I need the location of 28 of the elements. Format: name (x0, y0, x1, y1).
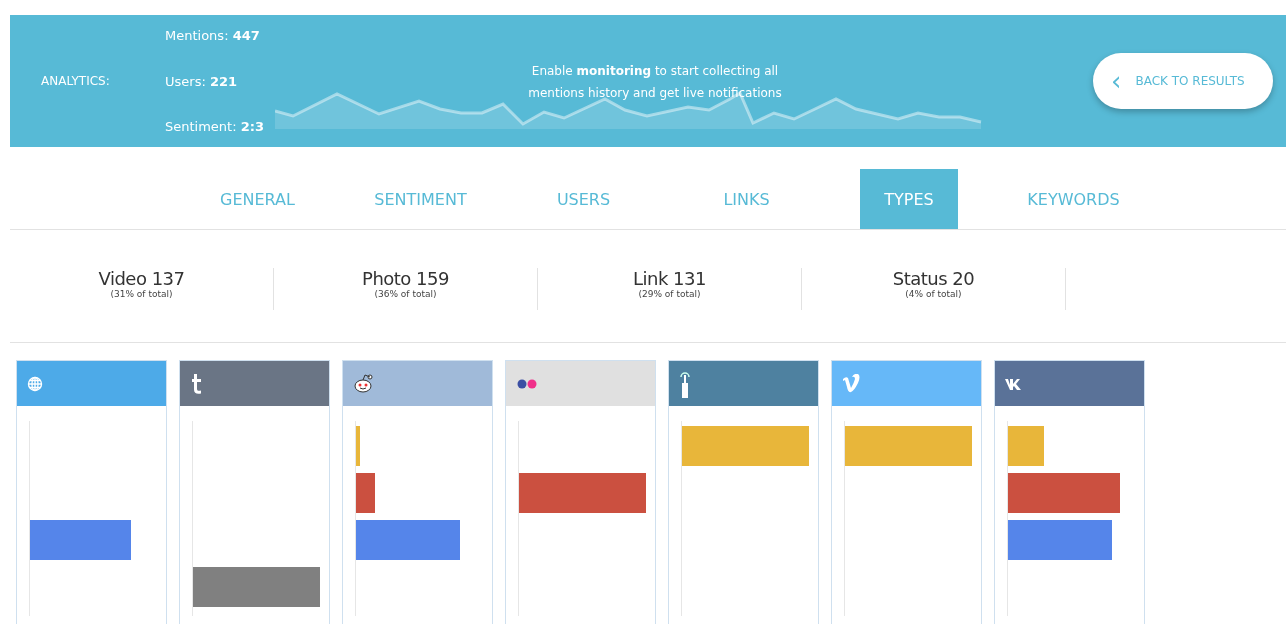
type-share: (36% of total) (374, 289, 437, 299)
type-count: Video 137 (98, 268, 185, 289)
chevron-left-icon: ‹ (1111, 68, 1122, 94)
globe-icon (27, 376, 43, 391)
type-count: Link 131 (633, 268, 706, 289)
stat-text: Users: 221 (165, 73, 239, 89)
stat-text: Sentiment: 2:3 (165, 119, 265, 134)
stat-text: Mentions: 447 (165, 28, 261, 43)
letter-t-icon (192, 373, 201, 394)
analytics-label: ANALYTICS: (40, 74, 111, 88)
tab[interactable]: SENTIMENT (338, 169, 503, 229)
tab[interactable]: LINKS (664, 169, 829, 229)
tower-icon (680, 371, 690, 398)
type-share: (31% of total) (110, 289, 173, 299)
tab[interactable]: TYPES (860, 169, 958, 229)
tab[interactable]: USERS (501, 169, 666, 229)
tab[interactable]: GENERAL (175, 169, 340, 229)
type-share: (4% of total) (905, 289, 962, 299)
type-count: Status 20 (892, 268, 975, 289)
two-dots-icon (517, 379, 537, 388)
alien-head-icon (354, 374, 373, 392)
back-to-results-button[interactable]: ‹ BACK TO RESULTS (1093, 53, 1273, 109)
letter-v-icon (843, 373, 860, 392)
tab[interactable]: KEYWORDS (991, 169, 1156, 229)
type-count: Photo 159 (362, 268, 449, 289)
letters-vk-icon (1005, 378, 1021, 390)
type-share: (29% of total) (638, 289, 701, 299)
monitoring-notice: Enable monitoring to start collecting all mentions history and get live notifications (527, 63, 783, 102)
